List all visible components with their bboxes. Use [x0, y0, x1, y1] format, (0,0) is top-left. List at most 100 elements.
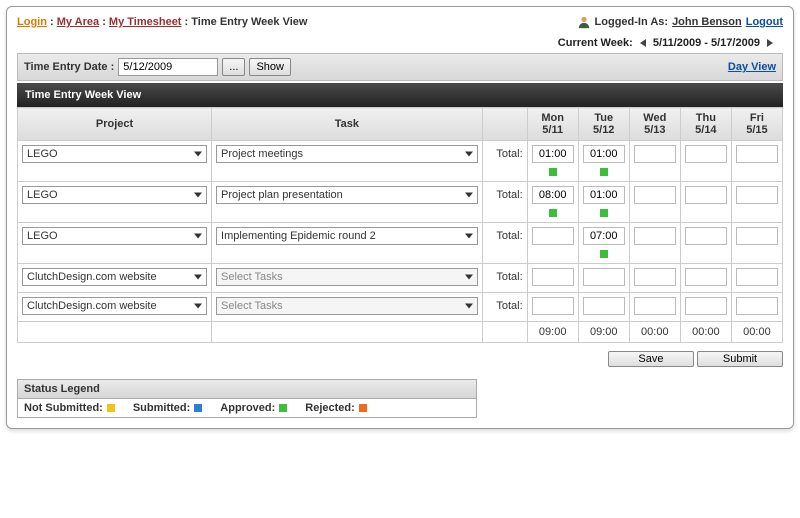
header-day: Mon5/11	[527, 108, 578, 141]
row-total-label: Total:	[482, 293, 527, 320]
time-cell[interactable]	[736, 268, 778, 286]
time-cell[interactable]	[532, 227, 574, 245]
header-project: Project	[18, 108, 212, 141]
time-cell[interactable]	[583, 227, 625, 245]
legend-title: Status Legend	[18, 380, 476, 399]
legend-rejected: Rejected:	[305, 402, 355, 414]
current-week-range: 5/11/2009 - 5/17/2009	[653, 37, 760, 49]
show-button[interactable]: Show	[249, 58, 291, 76]
avatar-icon	[577, 15, 591, 29]
project-dropdown[interactable]: ClutchDesign.com website	[22, 297, 207, 315]
square-orange-icon	[359, 404, 367, 412]
time-cell[interactable]	[634, 268, 676, 286]
time-cell[interactable]	[583, 186, 625, 204]
date-bar: Time Entry Date : ... Show Day View	[17, 53, 783, 81]
status-icon	[600, 250, 608, 258]
legend-not-submitted: Not Submitted:	[24, 402, 103, 414]
status-legend: Status Legend Not Submitted: Submitted: …	[17, 379, 477, 418]
header-task: Task	[212, 108, 483, 141]
save-button[interactable]: Save	[608, 351, 694, 367]
time-cell[interactable]	[634, 227, 676, 245]
project-dropdown[interactable]: LEGO	[22, 145, 207, 163]
table-row: LEGO Project meetingsTotal:	[18, 141, 783, 168]
total-cell: 09:00	[527, 322, 578, 343]
status-icon	[549, 168, 557, 176]
time-cell[interactable]	[685, 145, 727, 163]
time-cell[interactable]	[736, 186, 778, 204]
task-dropdown[interactable]: Select Tasks	[216, 268, 478, 286]
time-cell[interactable]	[685, 268, 727, 286]
timesheet-grid: Project Task Mon5/11 Tue5/12 Wed5/13 Thu…	[17, 107, 783, 343]
date-label: Time Entry Date :	[24, 61, 114, 73]
next-week-icon[interactable]	[767, 39, 773, 47]
status-row	[18, 167, 783, 182]
actions-row: Save Submit	[17, 343, 783, 379]
page-title: Time Entry Week View	[17, 83, 783, 107]
row-total-label: Total:	[482, 182, 527, 209]
header-day: Tue5/12	[578, 108, 629, 141]
time-cell[interactable]	[532, 186, 574, 204]
prev-week-icon[interactable]	[640, 39, 646, 47]
time-cell[interactable]	[736, 145, 778, 163]
task-dropdown[interactable]: Implementing Epidemic round 2	[216, 227, 478, 245]
status-row	[18, 249, 783, 264]
current-week-label: Current Week:	[558, 37, 633, 49]
time-cell[interactable]	[583, 268, 625, 286]
breadcrumb-login[interactable]: Login	[17, 16, 47, 28]
logout-link[interactable]: Logout	[746, 16, 783, 28]
square-blue-icon	[194, 404, 202, 412]
day-view-link[interactable]: Day View	[728, 61, 776, 73]
breadcrumb-timesheet[interactable]: My Timesheet	[109, 16, 182, 28]
total-cell: 00:00	[629, 322, 680, 343]
user-box: Logged-In As: John Benson Logout	[577, 15, 783, 29]
header-blank	[482, 108, 527, 141]
project-dropdown[interactable]: LEGO	[22, 227, 207, 245]
task-dropdown[interactable]: Project plan presentation	[216, 186, 478, 204]
breadcrumb-current: Time Entry Week View	[191, 16, 307, 28]
total-cell: 09:00	[578, 322, 629, 343]
header-day: Thu5/14	[680, 108, 731, 141]
time-cell[interactable]	[634, 297, 676, 315]
date-browse-button[interactable]: ...	[222, 58, 245, 76]
header-day: Fri5/15	[731, 108, 782, 141]
breadcrumb: Login : My Area : My Timesheet : Time En…	[17, 16, 307, 28]
table-row: ClutchDesign.com websiteSelect TasksTota…	[18, 264, 783, 291]
time-cell[interactable]	[532, 145, 574, 163]
top-bar: Login : My Area : My Timesheet : Time En…	[17, 15, 783, 33]
legend-submitted: Submitted:	[133, 402, 190, 414]
status-icon	[549, 209, 557, 217]
totals-row: 09:00 09:00 00:00 00:00 00:00	[18, 322, 783, 343]
time-cell[interactable]	[532, 268, 574, 286]
task-dropdown[interactable]: Select Tasks	[216, 297, 478, 315]
total-cell: 00:00	[731, 322, 782, 343]
row-total-label: Total:	[482, 223, 527, 250]
total-cell: 00:00	[680, 322, 731, 343]
task-dropdown[interactable]: Project meetings	[216, 145, 478, 163]
status-icon	[600, 168, 608, 176]
time-cell[interactable]	[583, 297, 625, 315]
time-cell[interactable]	[685, 297, 727, 315]
legend-approved: Approved:	[220, 402, 275, 414]
username-link[interactable]: John Benson	[672, 16, 742, 28]
time-cell[interactable]	[634, 145, 676, 163]
project-dropdown[interactable]: LEGO	[22, 186, 207, 204]
submit-button[interactable]: Submit	[697, 351, 783, 367]
project-dropdown[interactable]: ClutchDesign.com website	[22, 268, 207, 286]
time-cell[interactable]	[736, 297, 778, 315]
header-row: Project Task Mon5/11 Tue5/12 Wed5/13 Thu…	[18, 108, 783, 141]
row-total-label: Total:	[482, 141, 527, 168]
table-row: LEGO Project plan presentationTotal:	[18, 182, 783, 209]
breadcrumb-area[interactable]: My Area	[57, 16, 99, 28]
time-cell[interactable]	[583, 145, 625, 163]
status-icon	[600, 209, 608, 217]
date-input[interactable]	[118, 58, 218, 76]
current-week-row: Current Week: 5/11/2009 - 5/17/2009	[17, 33, 783, 53]
table-row: ClutchDesign.com website Select TasksTota…	[18, 293, 783, 320]
time-cell[interactable]	[685, 227, 727, 245]
time-cell[interactable]	[634, 186, 676, 204]
square-yellow-icon	[107, 404, 115, 412]
time-cell[interactable]	[532, 297, 574, 315]
time-cell[interactable]	[685, 186, 727, 204]
time-cell[interactable]	[736, 227, 778, 245]
square-green-icon	[279, 404, 287, 412]
